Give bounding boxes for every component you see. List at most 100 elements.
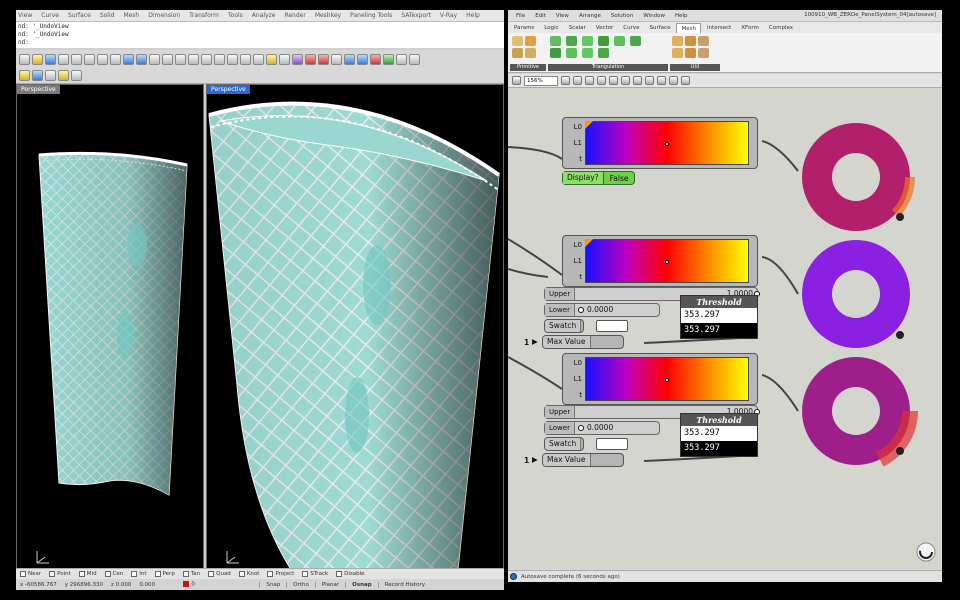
osnap-knot[interactable]: Knot	[238, 571, 259, 577]
osnap-tan[interactable]: Tan	[182, 571, 200, 577]
tab-params[interactable]: Params	[510, 23, 538, 33]
osnap-near[interactable]: Near	[20, 571, 41, 577]
facet-dome-icon[interactable]	[598, 36, 609, 46]
menu-analyze[interactable]: Analyze	[252, 12, 276, 19]
ring-output-grip[interactable]	[896, 213, 904, 221]
checkbox[interactable]	[336, 571, 343, 577]
menu-vray[interactable]: V-Ray	[440, 12, 457, 19]
grid-icon[interactable]	[279, 53, 290, 65]
tab-mesh[interactable]: Mesh	[676, 23, 701, 33]
tab-scalar[interactable]: Scalar	[565, 23, 590, 33]
vray-icon[interactable]	[32, 70, 43, 81]
color-swatch-3[interactable]	[596, 438, 628, 450]
zoom-extents-icon[interactable]	[201, 53, 212, 65]
menu-surface[interactable]: Surface	[68, 12, 91, 19]
viewport-title-active[interactable]: Perspective	[207, 85, 250, 94]
pan-hand-icon[interactable]	[149, 53, 160, 65]
four-viewports-icon[interactable]	[240, 53, 251, 65]
viewport-perspective-right[interactable]: Perspective	[206, 84, 504, 578]
open-folder-icon[interactable]	[32, 53, 43, 65]
convex-hull-icon[interactable]	[582, 36, 593, 46]
planar-pane[interactable]: Planar	[314, 581, 345, 588]
rendered-icon[interactable]	[357, 53, 368, 65]
osnap-int[interactable]: Int	[131, 571, 147, 577]
mesh-flip-icon[interactable]	[685, 36, 696, 46]
gh-menu-edit[interactable]: Edit	[535, 13, 546, 19]
run-solution-icon[interactable]	[645, 76, 654, 85]
substrate-icon[interactable]	[630, 36, 641, 46]
slider-knob[interactable]	[577, 307, 584, 313]
tab-curve[interactable]: Curve	[619, 23, 643, 33]
checkbox[interactable]	[182, 571, 189, 577]
rotate-view-icon[interactable]	[162, 53, 173, 65]
input-l0[interactable]: L0	[566, 358, 582, 368]
menu-help[interactable]: Help	[466, 12, 480, 19]
options-icon[interactable]	[396, 53, 407, 65]
gradient-component-3[interactable]: L0 L1 t	[562, 353, 758, 405]
checkbox[interactable]	[78, 571, 85, 577]
input-l0[interactable]: L0	[566, 122, 582, 132]
print-icon[interactable]	[58, 53, 69, 65]
osnap-quad[interactable]: Quad	[208, 571, 231, 577]
osnap-point[interactable]: Point	[49, 571, 71, 577]
properties-icon[interactable]	[305, 53, 316, 65]
wireframe-icon[interactable]	[331, 53, 342, 65]
checkbox[interactable]	[131, 571, 138, 577]
vray-options-icon[interactable]	[45, 70, 56, 81]
save-icon[interactable]	[45, 53, 56, 65]
mesh-box-icon[interactable]	[512, 36, 523, 46]
menu-tools[interactable]: Tools	[228, 12, 243, 19]
menu-render[interactable]: Render	[284, 12, 305, 19]
gh-menu-window[interactable]: Window	[643, 13, 665, 19]
paste-icon[interactable]	[110, 53, 121, 65]
import-icon[interactable]	[71, 53, 82, 65]
checkbox[interactable]	[267, 571, 274, 577]
paneling-icon[interactable]	[19, 70, 30, 81]
vray-frame-icon[interactable]	[71, 70, 82, 81]
cut-icon[interactable]	[84, 53, 95, 65]
materials-icon[interactable]	[383, 53, 394, 65]
record-history-pane[interactable]: Record History	[377, 581, 431, 588]
grasshopper-canvas[interactable]: L0 L1 t Display? False L0 L1 t Upper 1.0…	[508, 89, 942, 569]
ring-output-grip[interactable]	[896, 331, 904, 339]
vray-material-icon[interactable]	[58, 70, 69, 81]
checkbox[interactable]	[208, 571, 215, 577]
input-l0[interactable]: L0	[566, 240, 582, 250]
mesh-unweld-icon[interactable]	[672, 48, 683, 58]
mesh-sphere-icon[interactable]	[525, 36, 536, 46]
tab-surface[interactable]: Surface	[646, 23, 675, 33]
osnap-mid[interactable]: Mid	[78, 571, 97, 577]
mesh-weld-icon[interactable]	[698, 36, 709, 46]
mesh-explode-icon[interactable]	[685, 48, 696, 58]
osnap-pane[interactable]: Osnap	[345, 581, 378, 588]
osnap-strack[interactable]: STrack	[302, 571, 328, 577]
gradient-component-1[interactable]: L0 L1 t	[562, 117, 758, 169]
lamp-icon[interactable]	[318, 53, 329, 65]
help-icon[interactable]	[409, 53, 420, 65]
mesh-plane-icon[interactable]	[512, 48, 523, 58]
max-value-param-2[interactable]: Max Value	[542, 335, 624, 349]
zoom-extents-icon[interactable]	[561, 76, 570, 85]
tab-logic[interactable]: Logic	[540, 23, 562, 33]
gh-menu-help[interactable]: Help	[675, 13, 688, 19]
zoom-window-icon[interactable]	[188, 53, 199, 65]
delaunay-edges-icon[interactable]	[550, 48, 561, 58]
voronoi-3d-icon[interactable]	[566, 48, 577, 58]
input-t[interactable]: t	[566, 272, 582, 282]
cplane-icon[interactable]	[253, 53, 264, 65]
checkbox[interactable]	[238, 571, 245, 577]
input-t[interactable]: t	[566, 390, 582, 400]
menu-dimension[interactable]: Dimension	[148, 12, 180, 19]
recompute-icon[interactable]	[669, 76, 678, 85]
quadtree-icon[interactable]	[582, 48, 593, 58]
input-t[interactable]: t	[566, 154, 582, 164]
preview-selected-icon[interactable]	[633, 76, 642, 85]
sketch-icon[interactable]	[597, 76, 606, 85]
gh-menu-file[interactable]: File	[516, 13, 525, 19]
gradient-bar[interactable]	[585, 357, 749, 401]
zoom-icon[interactable]	[175, 53, 186, 65]
threshold-panel-3[interactable]: Threshold 353.297 353.297	[680, 413, 758, 457]
menu-curve[interactable]: Curve	[41, 12, 59, 19]
eye-icon[interactable]	[585, 76, 594, 85]
gradient-midpoint-grip[interactable]	[665, 142, 669, 146]
